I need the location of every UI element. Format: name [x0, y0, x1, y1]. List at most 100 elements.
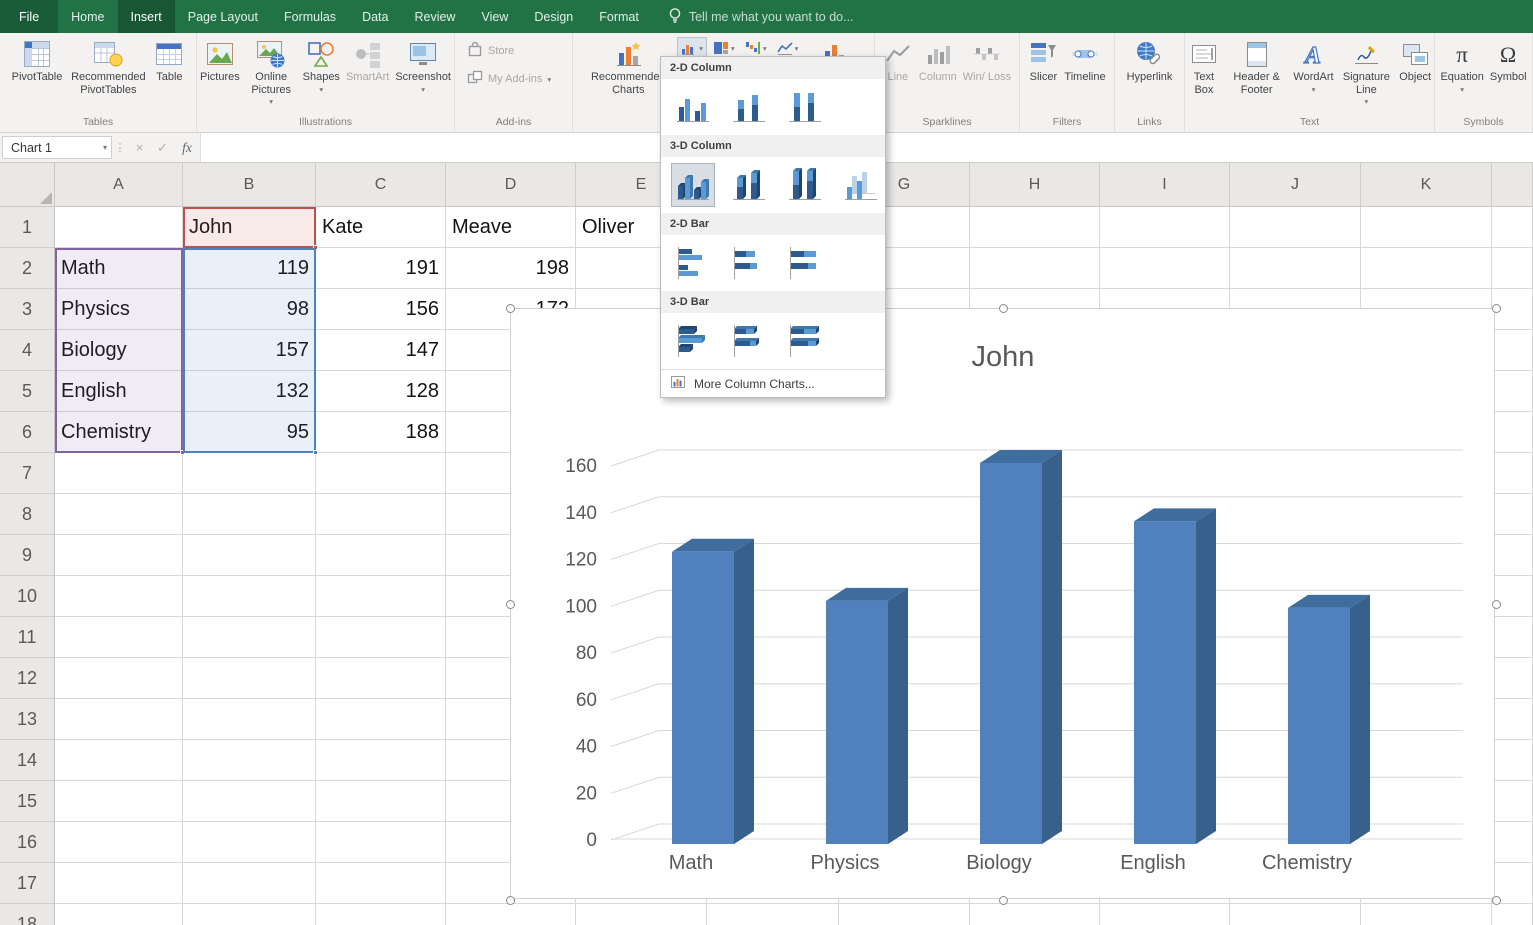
cell-L12[interactable]: [1492, 658, 1533, 699]
cell-C9[interactable]: [316, 535, 446, 576]
chart-resize-handle-top-left[interactable]: [506, 304, 515, 313]
chart-type-100-stacked-bar[interactable]: [783, 241, 827, 285]
chart-resize-handle-top-right[interactable]: [1492, 304, 1501, 313]
cell-J2[interactable]: [1230, 248, 1361, 289]
column-header-overflow[interactable]: [1492, 163, 1533, 207]
cell-A15[interactable]: [55, 781, 183, 822]
bar-math[interactable]: [672, 539, 754, 844]
cell-B3[interactable]: 98: [183, 289, 316, 330]
pictures-button[interactable]: Pictures: [197, 35, 243, 86]
cell-B2[interactable]: 119: [183, 248, 316, 289]
symbol-button[interactable]: ΩSymbol: [1487, 35, 1530, 86]
row-header-13[interactable]: 13: [0, 699, 55, 740]
cancel-icon[interactable]: ×: [128, 140, 151, 155]
cell-B16[interactable]: [183, 822, 316, 863]
timeline-button[interactable]: Timeline: [1061, 35, 1108, 86]
cell-C16[interactable]: [316, 822, 446, 863]
tab-format[interactable]: Format: [586, 0, 652, 33]
cell-A10[interactable]: [55, 576, 183, 617]
cell-L18[interactable]: [1492, 904, 1533, 925]
row-header-4[interactable]: 4: [0, 330, 55, 371]
row-header-8[interactable]: 8: [0, 494, 55, 535]
chart-type-3d-100-stacked-column[interactable]: [783, 163, 827, 207]
cell-B4[interactable]: 157: [183, 330, 316, 371]
cell-B6[interactable]: 95: [183, 412, 316, 453]
cell-A16[interactable]: [55, 822, 183, 863]
cell-F18[interactable]: [707, 904, 839, 925]
cell-H1[interactable]: [970, 207, 1100, 248]
row-header-12[interactable]: 12: [0, 658, 55, 699]
bar-english[interactable]: [1134, 508, 1216, 844]
cell-B18[interactable]: [183, 904, 316, 925]
cell-L6[interactable]: [1492, 412, 1533, 453]
cell-G18[interactable]: [839, 904, 970, 925]
chart-resize-handle-middle-left[interactable]: [506, 600, 515, 609]
row-header-1[interactable]: 1: [0, 207, 55, 248]
chart-type-stacked-column[interactable]: [727, 85, 771, 129]
cell-C18[interactable]: [316, 904, 446, 925]
cell-B15[interactable]: [183, 781, 316, 822]
chart-type-clustered-column[interactable]: [671, 85, 715, 129]
cell-C2[interactable]: 191: [316, 248, 446, 289]
cell-L4[interactable]: [1492, 330, 1533, 371]
tab-home[interactable]: Home: [58, 0, 117, 33]
row-header-16[interactable]: 16: [0, 822, 55, 863]
cell-L2[interactable]: [1492, 248, 1533, 289]
cell-C11[interactable]: [316, 617, 446, 658]
bar-biology[interactable]: [980, 450, 1062, 844]
select-all-corner[interactable]: [0, 163, 55, 207]
cell-A4[interactable]: Biology: [55, 330, 183, 371]
tab-page-layout[interactable]: Page Layout: [175, 0, 271, 33]
cell-B1[interactable]: John: [183, 207, 316, 248]
more-column-charts-item[interactable]: More Column Charts...: [661, 369, 885, 397]
object-button[interactable]: Object: [1396, 35, 1434, 86]
recommended-pivottables-button[interactable]: Recommended PivotTables: [65, 35, 151, 98]
pivottable-button[interactable]: PivotTable: [9, 35, 66, 86]
cell-I1[interactable]: [1100, 207, 1230, 248]
cell-C13[interactable]: [316, 699, 446, 740]
cell-A9[interactable]: [55, 535, 183, 576]
chart-resize-handle-middle-right[interactable]: [1492, 600, 1501, 609]
cell-B11[interactable]: [183, 617, 316, 658]
column-header-B[interactable]: B: [183, 163, 316, 207]
cell-C4[interactable]: 147: [316, 330, 446, 371]
tab-review[interactable]: Review: [401, 0, 468, 33]
cell-K1[interactable]: [1361, 207, 1492, 248]
cell-I18[interactable]: [1100, 904, 1230, 925]
cell-B5[interactable]: 132: [183, 371, 316, 412]
chart-type-3d-column[interactable]: [839, 163, 883, 207]
column-header-C[interactable]: C: [316, 163, 446, 207]
bar-physics[interactable]: [826, 588, 908, 844]
cell-D1[interactable]: Meave: [446, 207, 576, 248]
cell-A14[interactable]: [55, 740, 183, 781]
name-box[interactable]: Chart 1 ▾: [2, 136, 112, 159]
chart-resize-handle-bottom-right[interactable]: [1492, 896, 1501, 905]
row-header-7[interactable]: 7: [0, 453, 55, 494]
cell-C10[interactable]: [316, 576, 446, 617]
row-header-9[interactable]: 9: [0, 535, 55, 576]
column-header-A[interactable]: A: [55, 163, 183, 207]
cell-A12[interactable]: [55, 658, 183, 699]
slicer-button[interactable]: Slicer: [1025, 35, 1061, 86]
cell-B17[interactable]: [183, 863, 316, 904]
chart-type-clustered-bar[interactable]: [671, 241, 715, 285]
row-header-3[interactable]: 3: [0, 289, 55, 330]
cell-A7[interactable]: [55, 453, 183, 494]
name-box-dropdown-icon[interactable]: ▾: [103, 143, 107, 152]
row-header-2[interactable]: 2: [0, 248, 55, 289]
cell-A17[interactable]: [55, 863, 183, 904]
cell-L1[interactable]: [1492, 207, 1533, 248]
cell-I2[interactable]: [1100, 248, 1230, 289]
cell-C17[interactable]: [316, 863, 446, 904]
cell-B14[interactable]: [183, 740, 316, 781]
cell-A8[interactable]: [55, 494, 183, 535]
cell-L13[interactable]: [1492, 699, 1533, 740]
cell-L8[interactable]: [1492, 494, 1533, 535]
cell-A2[interactable]: Math: [55, 248, 183, 289]
cell-A13[interactable]: [55, 699, 183, 740]
chart-type-3d-100-stacked-bar[interactable]: [783, 319, 827, 363]
enter-icon[interactable]: ✓: [151, 140, 174, 156]
row-header-11[interactable]: 11: [0, 617, 55, 658]
table-button[interactable]: Table: [151, 35, 187, 86]
cell-J1[interactable]: [1230, 207, 1361, 248]
